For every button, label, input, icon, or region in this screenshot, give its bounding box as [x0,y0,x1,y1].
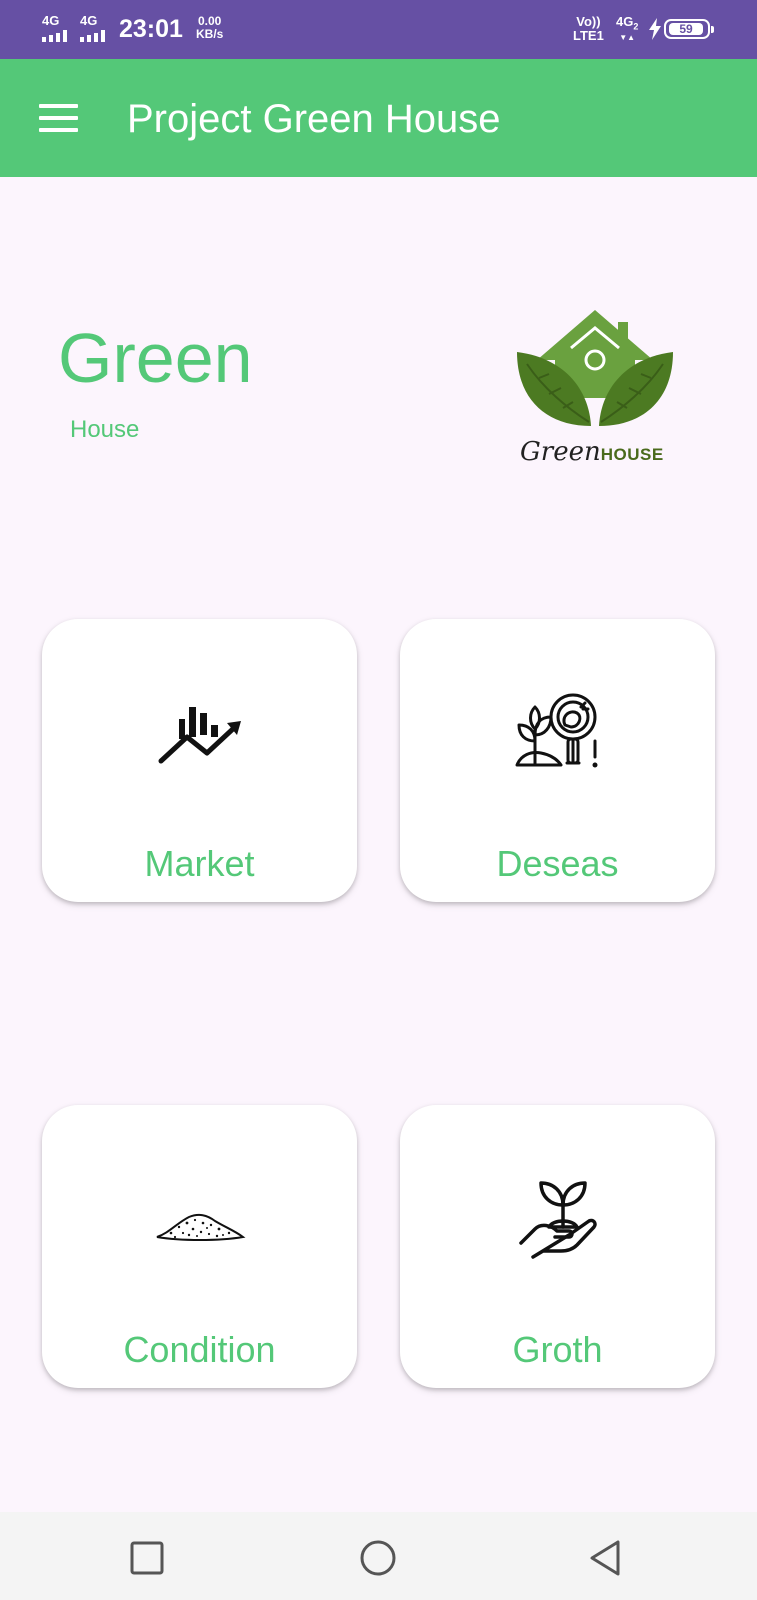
condition-card[interactable]: Condition [42,1105,357,1388]
soil-pile-icon [156,1213,246,1241]
volte-indicator: Vo)) LTE1 [573,15,604,43]
hero-title: Green [58,319,253,397]
logo-bold-text: HOUSE [600,445,664,464]
charging-bolt-icon [649,18,661,40]
lte-label: LTE1 [573,28,604,43]
app-title: Project Green House [127,97,501,141]
clock: 23:01 [119,15,183,43]
signal-bars-icon [80,30,105,42]
market-card[interactable]: Market [42,619,357,902]
volte-label: Vo)) [576,14,601,29]
network-indicator-right: 4G2 ▼▲ [616,15,638,42]
hand-sprout-icon [519,1181,597,1259]
hero-subtitle: House [70,416,140,443]
system-nav-bar [0,1512,757,1600]
market-card-label: Market [144,843,255,884]
house-leaves-logo-icon [517,310,673,426]
condition-card-label: Condition [123,1329,276,1370]
status-bar: 4G 4G 23:01 0.00 KB/s Vo)) LTE1 4G2 ▼▲ 5… [0,0,757,59]
deseas-card-label: Deseas [496,843,619,884]
network-speed: 0.00 KB/s [196,15,223,41]
network-speed-unit: KB/s [196,27,224,41]
sim2-network-type: 4G [80,13,98,28]
network-right-label: 4G [616,14,634,29]
signal-bars-icon [42,30,67,42]
battery-level: 59 [669,23,703,35]
logo-script-text: Green [520,437,601,467]
sim1-network-type: 4G [42,13,60,28]
hamburger-menu-icon[interactable] [28,87,90,149]
chart-trend-up-icon [158,707,241,764]
data-arrows-icon: ▼▲ [619,32,636,42]
battery-icon: 59 [664,19,714,39]
groth-card[interactable]: Groth [400,1105,715,1388]
logo-wordmark: GreenHOUSE [520,437,680,467]
groth-card-label: Groth [512,1329,603,1370]
square-recents-icon[interactable] [125,1536,169,1580]
circle-home-icon[interactable] [356,1536,400,1580]
plant-disease-magnifier-icon [515,693,598,768]
deseas-card[interactable]: Deseas [400,619,715,902]
network-right-sub: 2 [633,21,639,32]
app-bar: Project Green House [0,59,757,177]
triangle-back-icon[interactable] [584,1536,628,1580]
green-house-logo: GreenHOUSE [515,308,675,478]
